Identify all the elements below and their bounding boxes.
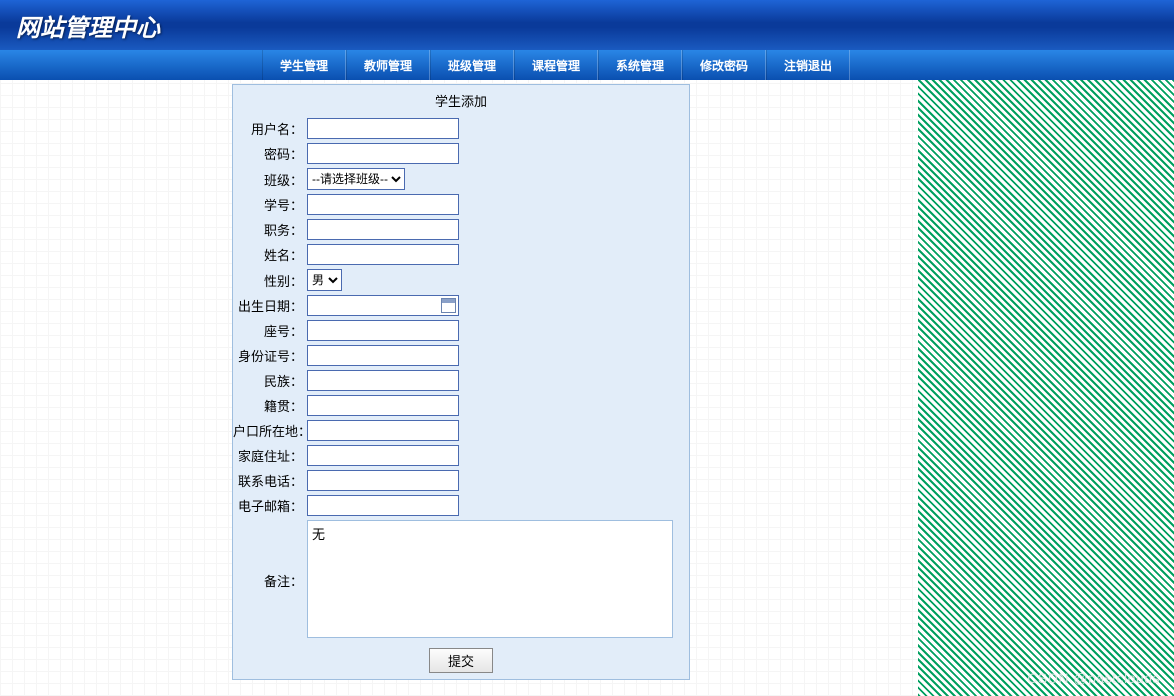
nav-system-manage[interactable]: 系统管理 (598, 50, 682, 80)
form-title: 学生添加 (233, 85, 689, 116)
seat-field[interactable] (307, 320, 459, 341)
label-position: 职务： (233, 220, 307, 239)
label-gender: 性别： (233, 271, 307, 290)
label-native: 籍贯： (233, 396, 307, 415)
main-nav: 学生管理 教师管理 班级管理 课程管理 系统管理 修改密码 注销退出 (0, 50, 1174, 80)
nav-teacher-manage[interactable]: 教师管理 (346, 50, 430, 80)
label-remark: 备注： (233, 571, 307, 590)
remark-textarea[interactable] (307, 520, 673, 638)
label-address: 家庭住址： (233, 446, 307, 465)
label-class: 班级： (233, 170, 307, 189)
native-place-field[interactable] (307, 395, 459, 416)
student-no-field[interactable] (307, 194, 459, 215)
username-field[interactable] (307, 118, 459, 139)
ethnic-field[interactable] (307, 370, 459, 391)
gender-select[interactable]: 男 (307, 269, 342, 291)
position-field[interactable] (307, 219, 459, 240)
label-password: 密码： (233, 144, 307, 163)
label-ethnic: 民族： (233, 371, 307, 390)
address-field[interactable] (307, 445, 459, 466)
nav-student-manage[interactable]: 学生管理 (262, 50, 346, 80)
phone-field[interactable] (307, 470, 459, 491)
right-decorative-panel (918, 80, 1174, 696)
label-phone: 联系电话： (233, 471, 307, 490)
submit-button[interactable]: 提交 (429, 648, 493, 673)
nav-course-manage[interactable]: 课程管理 (514, 50, 598, 80)
label-idcard: 身份证号： (233, 346, 307, 365)
password-field[interactable] (307, 143, 459, 164)
watermark-text: CSDN @pastclouds (1027, 670, 1160, 686)
label-hukou: 户口所在地： (233, 421, 307, 440)
header-bar: 网站管理中心 (0, 0, 1174, 50)
app-title: 网站管理中心 (16, 8, 160, 43)
class-select[interactable]: --请选择班级-- (307, 168, 405, 190)
idcard-field[interactable] (307, 345, 459, 366)
nav-change-password[interactable]: 修改密码 (682, 50, 766, 80)
label-name: 姓名： (233, 245, 307, 264)
hukou-field[interactable] (307, 420, 459, 441)
label-email: 电子邮箱： (233, 496, 307, 515)
label-student-no: 学号： (233, 195, 307, 214)
label-username: 用户名： (233, 119, 307, 138)
email-field[interactable] (307, 495, 459, 516)
label-seat: 座号： (233, 321, 307, 340)
name-field[interactable] (307, 244, 459, 265)
add-student-form: 学生添加 用户名： 密码： 班级： --请选择班级-- 学号： 职务： 姓名 (232, 84, 690, 680)
birth-date-field[interactable] (307, 295, 459, 316)
nav-logout[interactable]: 注销退出 (766, 50, 850, 80)
nav-class-manage[interactable]: 班级管理 (430, 50, 514, 80)
content-area: 学生添加 用户名： 密码： 班级： --请选择班级-- 学号： 职务： 姓名 (0, 80, 1174, 696)
label-birth: 出生日期： (233, 296, 307, 315)
